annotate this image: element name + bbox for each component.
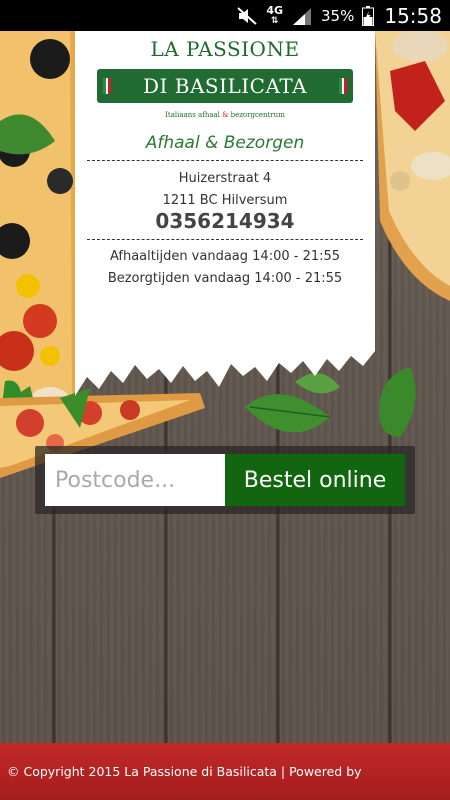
logo-tagline-part1: Italiaans afhaal xyxy=(165,111,223,119)
phone-number[interactable]: 0356214934 xyxy=(75,209,375,233)
pizza-right-image xyxy=(375,31,450,301)
battery-icon xyxy=(362,5,375,26)
divider xyxy=(87,160,363,161)
order-online-button[interactable]: Bestel online xyxy=(225,454,405,506)
logo-banner: DI BASILICATA xyxy=(97,69,353,103)
data-arrows-icon: ⇅ xyxy=(270,15,279,26)
network-indicator: 4G ⇅ xyxy=(266,3,284,26)
logo-tagline: Italiaans afhaal & bezorgcentrum xyxy=(75,111,375,119)
pickup-hours: Afhaaltijden vandaag 14:00 - 21:55 xyxy=(109,249,341,264)
address-street: Huizerstraat 4 xyxy=(178,171,272,186)
receipt-card: LA PASSIONE DI BASILICATA Italiaans afha… xyxy=(75,31,375,396)
postcode-input[interactable] xyxy=(45,454,225,506)
logo-tagline-part2: bezorgcentrum xyxy=(228,111,285,119)
footer: © Copyright 2015 La Passione di Basilica… xyxy=(0,743,450,800)
italian-flag-icon xyxy=(339,78,348,94)
battery-percent: 35% xyxy=(321,6,355,25)
service-subtitle: Afhaal & Bezorgen xyxy=(145,133,305,153)
logo-line1: LA PASSIONE xyxy=(150,37,300,61)
logo-line2: DI BASILICATA xyxy=(142,74,308,98)
divider xyxy=(87,239,363,240)
status-bar: 4G ⇅ 35% 15:58 xyxy=(0,0,450,31)
signal-icon xyxy=(293,7,312,25)
italian-flag-icon xyxy=(103,78,112,94)
mute-icon xyxy=(237,6,257,25)
address-city: 1211 BC Hilversum xyxy=(162,193,288,208)
copyright-text: © Copyright 2015 La Passione di Basilica… xyxy=(7,764,362,779)
clock: 15:58 xyxy=(384,3,442,28)
network-type: 4G xyxy=(266,3,284,17)
delivery-hours: Bezorgtijden vandaag 14:00 - 21:55 xyxy=(107,271,343,286)
order-bar: Bestel online xyxy=(35,446,415,514)
